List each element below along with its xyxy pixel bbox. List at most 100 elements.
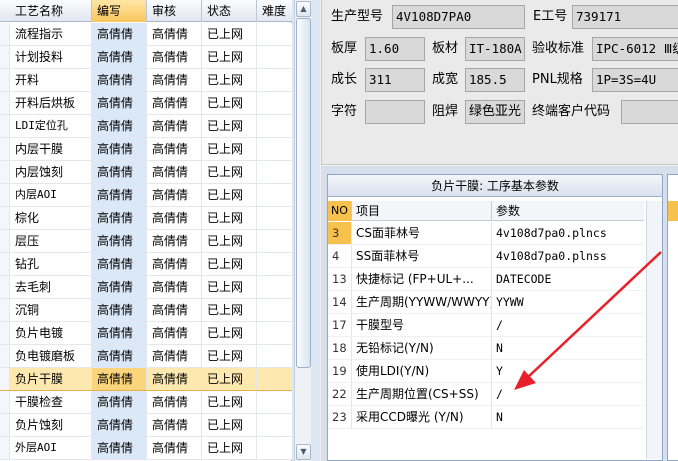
column-header-no[interactable]: NO: [328, 201, 352, 221]
writer-cell[interactable]: 高倩倩: [92, 368, 147, 390]
param-row[interactable]: 3 CS面菲林号 4v108d7pa0.plncs: [328, 222, 644, 245]
reviewer-cell[interactable]: 高倩倩: [147, 253, 202, 275]
process-row[interactable]: 流程指示 高倩倩 高倩倩 已上网: [0, 23, 292, 46]
reviewer-cell[interactable]: 高倩倩: [147, 299, 202, 321]
difficulty-cell[interactable]: [257, 322, 292, 344]
reviewer-cell[interactable]: 高倩倩: [147, 23, 202, 45]
reviewer-cell[interactable]: 高倩倩: [147, 207, 202, 229]
difficulty-cell[interactable]: [257, 345, 292, 367]
process-name-cell[interactable]: 层压: [10, 230, 92, 252]
column-header-item[interactable]: 项目: [352, 201, 492, 221]
param-value-cell[interactable]: N: [492, 337, 644, 359]
scroll-down-arrow-icon[interactable]: ▼: [296, 444, 311, 460]
customer-field[interactable]: [621, 100, 678, 124]
process-name-cell[interactable]: 钻孔: [10, 253, 92, 275]
column-header-status[interactable]: 状态: [202, 0, 257, 22]
difficulty-cell[interactable]: [257, 138, 292, 160]
writer-cell[interactable]: 高倩倩: [92, 92, 147, 114]
param-item-cell[interactable]: CS面菲林号: [352, 222, 492, 244]
param-value-cell[interactable]: /: [492, 314, 644, 336]
char-field[interactable]: [365, 100, 425, 124]
process-row[interactable]: 内层AOI 高倩倩 高倩倩 已上网: [0, 184, 292, 207]
status-cell[interactable]: 已上网: [202, 368, 257, 390]
param-value-cell[interactable]: /: [492, 383, 644, 405]
param-table-scrollbar[interactable]: [646, 201, 662, 459]
reviewer-cell[interactable]: 高倩倩: [147, 414, 202, 436]
eno-field[interactable]: 739171: [572, 5, 678, 29]
writer-cell[interactable]: 高倩倩: [92, 299, 147, 321]
writer-cell[interactable]: 高倩倩: [92, 138, 147, 160]
process-name-cell[interactable]: 干膜检查: [10, 391, 92, 413]
param-row[interactable]: 22 生产周期位置(CS+SS) /: [328, 383, 644, 406]
reviewer-cell[interactable]: 高倩倩: [147, 115, 202, 137]
reviewer-cell[interactable]: 高倩倩: [147, 230, 202, 252]
status-cell[interactable]: 已上网: [202, 184, 257, 206]
param-item-cell[interactable]: 使用LDI(Y/N): [352, 360, 492, 382]
status-cell[interactable]: 已上网: [202, 391, 257, 413]
difficulty-cell[interactable]: [257, 276, 292, 298]
thickness-field[interactable]: 1.60: [365, 37, 425, 61]
param-row[interactable]: 19 使用LDI(Y/N) Y: [328, 360, 644, 383]
writer-cell[interactable]: 高倩倩: [92, 207, 147, 229]
reviewer-cell[interactable]: 高倩倩: [147, 437, 202, 459]
process-name-cell[interactable]: 内层AOI: [10, 184, 92, 206]
param-row[interactable]: 14 生产周期(YYWW/WWYY) YYWW: [328, 291, 644, 314]
process-name-cell[interactable]: 去毛刺: [10, 276, 92, 298]
param-row[interactable]: 4 SS面菲林号 4v108d7pa0.plnss: [328, 245, 644, 268]
column-header-writer[interactable]: 编写: [92, 0, 147, 22]
param-row[interactable]: 23 采用CCD曝光 (Y/N) N: [328, 406, 644, 429]
length-field[interactable]: 311: [365, 68, 425, 92]
process-row[interactable]: 干膜检查 高倩倩 高倩倩 已上网: [0, 391, 292, 414]
difficulty-cell[interactable]: [257, 230, 292, 252]
reviewer-cell[interactable]: 高倩倩: [147, 184, 202, 206]
process-name-cell[interactable]: 开料后烘板: [10, 92, 92, 114]
writer-cell[interactable]: 高倩倩: [92, 23, 147, 45]
param-item-cell[interactable]: 干膜型号: [352, 314, 492, 336]
status-cell[interactable]: 已上网: [202, 92, 257, 114]
column-header-difficulty[interactable]: 难度: [257, 0, 292, 22]
status-cell[interactable]: 已上网: [202, 276, 257, 298]
reviewer-cell[interactable]: 高倩倩: [147, 92, 202, 114]
reviewer-cell[interactable]: 高倩倩: [147, 345, 202, 367]
reviewer-cell[interactable]: 高倩倩: [147, 391, 202, 413]
difficulty-cell[interactable]: [257, 46, 292, 68]
param-item-cell[interactable]: 生产周期位置(CS+SS): [352, 383, 492, 405]
param-value-cell[interactable]: DATECODE: [492, 268, 644, 290]
param-value-cell[interactable]: 4v108d7pa0.plnss: [492, 245, 644, 267]
writer-cell[interactable]: 高倩倩: [92, 230, 147, 252]
reviewer-cell[interactable]: 高倩倩: [147, 69, 202, 91]
writer-cell[interactable]: 高倩倩: [92, 46, 147, 68]
process-row[interactable]: 钻孔 高倩倩 高倩倩 已上网: [0, 253, 292, 276]
writer-cell[interactable]: 高倩倩: [92, 322, 147, 344]
writer-cell[interactable]: 高倩倩: [92, 161, 147, 183]
status-cell[interactable]: 已上网: [202, 299, 257, 321]
process-row[interactable]: 内层蚀刻 高倩倩 高倩倩 已上网: [0, 161, 292, 184]
status-cell[interactable]: 已上网: [202, 207, 257, 229]
difficulty-cell[interactable]: [257, 437, 292, 459]
writer-cell[interactable]: 高倩倩: [92, 69, 147, 91]
status-cell[interactable]: 已上网: [202, 23, 257, 45]
process-name-cell[interactable]: 负片电镀: [10, 322, 92, 344]
difficulty-cell[interactable]: [257, 414, 292, 436]
scrollbar-thumb[interactable]: [296, 18, 311, 368]
status-cell[interactable]: 已上网: [202, 253, 257, 275]
reviewer-cell[interactable]: 高倩倩: [147, 368, 202, 390]
material-field[interactable]: IT-180A: [465, 37, 525, 61]
param-value-cell[interactable]: Y: [492, 360, 644, 382]
column-header-value[interactable]: 参数: [492, 201, 644, 221]
writer-cell[interactable]: 高倩倩: [92, 437, 147, 459]
param-item-cell[interactable]: SS面菲林号: [352, 245, 492, 267]
writer-cell[interactable]: 高倩倩: [92, 345, 147, 367]
process-row[interactable]: 层压 高倩倩 高倩倩 已上网: [0, 230, 292, 253]
difficulty-cell[interactable]: [257, 115, 292, 137]
process-name-cell[interactable]: 内层蚀刻: [10, 161, 92, 183]
writer-cell[interactable]: 高倩倩: [92, 115, 147, 137]
param-value-cell[interactable]: 4v108d7pa0.plncs: [492, 222, 644, 244]
writer-cell[interactable]: 高倩倩: [92, 414, 147, 436]
writer-cell[interactable]: 高倩倩: [92, 184, 147, 206]
writer-cell[interactable]: 高倩倩: [92, 391, 147, 413]
status-cell[interactable]: 已上网: [202, 161, 257, 183]
status-cell[interactable]: 已上网: [202, 414, 257, 436]
process-row[interactable]: 沉铜 高倩倩 高倩倩 已上网: [0, 299, 292, 322]
param-item-cell[interactable]: 快捷标记 (FP+UL+...: [352, 268, 492, 290]
